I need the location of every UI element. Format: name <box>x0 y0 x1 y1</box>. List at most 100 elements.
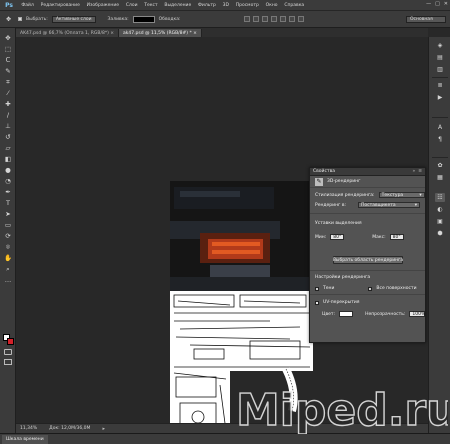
align-top-icon[interactable] <box>244 16 251 22</box>
status-menu-icon[interactable]: ▸ <box>102 426 105 432</box>
color-icon[interactable]: ✿ <box>435 161 445 170</box>
align-bottom-icon[interactable] <box>262 16 269 22</box>
tab-ak47-first[interactable]: AK47.psd @ 66,7% (Оплата 1, RGB/8*) × <box>16 29 120 37</box>
properties-icon[interactable]: ☷ <box>435 193 445 202</box>
divider <box>310 213 425 214</box>
auto-select-checkbox[interactable] <box>18 17 22 21</box>
divider <box>432 77 448 78</box>
close-button[interactable]: ✕ <box>444 1 448 7</box>
quick-mask-icon[interactable] <box>4 349 12 355</box>
watermark-logo: Miped.ru <box>235 384 448 434</box>
min-max-row: Мин: 80° Макс: 80° <box>315 234 404 240</box>
maximize-button[interactable]: □ <box>435 1 440 7</box>
blur-tool-icon[interactable]: ● <box>3 166 13 174</box>
render-dropdown[interactable]: Поставщикета ▾ <box>358 202 420 208</box>
align-middle-icon[interactable] <box>253 16 260 22</box>
zoom-level[interactable]: 11,34% <box>20 426 37 431</box>
workspace-dropdown[interactable]: Основная <box>406 16 446 23</box>
preset-dropdown[interactable]: Текстура ▾ <box>378 192 425 198</box>
menu-type[interactable]: Текст <box>141 3 161 8</box>
tab-ak47-active[interactable]: ak47.psd @ 11,5% (RGB/8#) * × <box>119 29 202 37</box>
history-icon[interactable]: ≣ <box>435 81 445 90</box>
path-selection-tool-icon[interactable]: ➤ <box>3 210 13 218</box>
pen-tool-icon[interactable]: ✒ <box>3 188 13 196</box>
lasso-tool-icon[interactable]: ᑕ <box>3 56 13 64</box>
auto-select-dropdown[interactable]: Активные слои <box>51 15 96 23</box>
menu-layers[interactable]: Слои <box>122 3 140 8</box>
properties-tabbar: Свойства » ≡ <box>310 168 425 176</box>
menu-window[interactable]: Окно <box>262 3 281 8</box>
select-render-area-button[interactable]: Выбрать область рендеринга <box>333 256 403 264</box>
uv-checkbox[interactable] <box>315 300 319 305</box>
adjustments-icon[interactable]: ◐ <box>435 205 445 214</box>
color-label: Цвет: <box>322 311 336 317</box>
menu-3d[interactable]: 3D <box>219 3 232 8</box>
dodge-tool-icon[interactable]: ◔ <box>3 177 13 185</box>
distribute-icon[interactable] <box>298 16 305 22</box>
layers-icon[interactable]: ▤ <box>435 53 445 62</box>
actions-icon[interactable]: ▶ <box>435 93 445 102</box>
quick-select-tool-icon[interactable]: ✎ <box>3 67 13 75</box>
crop-tool-icon[interactable]: ⌗ <box>3 78 13 86</box>
collapse-icon[interactable]: » <box>412 169 415 174</box>
styles-icon[interactable]: ▣ <box>435 217 445 226</box>
menu-help[interactable]: Справка <box>281 3 308 8</box>
3d-object-icon[interactable]: ⬢ <box>435 229 445 238</box>
menu-edit[interactable]: Редактирование <box>37 3 83 8</box>
background-color-swatch[interactable] <box>7 338 14 345</box>
uv-label: UV-перекрытия <box>323 300 360 305</box>
menu-view[interactable]: Просмотр <box>232 3 262 8</box>
align-right-icon[interactable] <box>289 16 296 22</box>
render-settings-section: Настройки рендеринга <box>315 275 370 280</box>
menu-image[interactable]: Изображение <box>83 3 122 8</box>
zoom-tool-icon[interactable]: ⌕ <box>3 265 13 273</box>
preset-row: Стилизация рендеринга: Текстура ▾ <box>315 192 425 198</box>
menu-filter[interactable]: Фильтр <box>195 3 220 8</box>
gradient-tool-icon[interactable]: ◧ <box>3 155 13 163</box>
menu-file[interactable]: Файл <box>18 3 37 8</box>
shape-tool-icon[interactable]: ▭ <box>3 221 13 229</box>
3d-panel-icon[interactable]: ◈ <box>435 41 445 50</box>
align-center-icon[interactable] <box>280 16 287 22</box>
min-label: Мин: <box>315 234 327 240</box>
menu-select[interactable]: Выделение <box>161 3 195 8</box>
character-icon[interactable]: A <box>435 123 445 132</box>
all-surfaces-checkbox[interactable] <box>368 286 373 291</box>
paragraph-icon[interactable]: ¶ <box>435 135 445 144</box>
more-tools-icon[interactable]: … <box>3 276 13 284</box>
align-left-icon[interactable] <box>271 16 278 22</box>
uv-color-swatch[interactable] <box>339 311 354 317</box>
opacity-input[interactable]: 100% <box>409 311 426 317</box>
minimize-button[interactable]: — <box>426 1 431 7</box>
fill-swatch[interactable] <box>132 15 155 23</box>
screen-mode-icon[interactable] <box>4 359 12 365</box>
hand-tool-icon[interactable]: ✋ <box>3 254 13 262</box>
brush-tool-icon[interactable]: / <box>3 111 13 119</box>
clone-stamp-tool-icon[interactable]: ⊥ <box>3 122 13 130</box>
marquee-tool-icon[interactable]: ⬚ <box>3 45 13 53</box>
3d-camera-tool-icon[interactable]: ⌾ <box>3 243 13 251</box>
channels-icon[interactable]: ▥ <box>435 65 445 74</box>
type-tool-icon[interactable]: T <box>3 199 13 207</box>
move-tool-icon[interactable]: ✥ <box>3 34 13 42</box>
min-input[interactable]: 80° <box>330 234 345 240</box>
chevron-down-icon: ▾ <box>419 192 422 198</box>
chevron-down-icon: ▾ <box>414 202 417 208</box>
panel-menu-icon[interactable]: ≡ <box>418 169 422 174</box>
shadows-checkbox[interactable] <box>315 286 319 291</box>
eyedropper-tool-icon[interactable]: ⁄ <box>3 89 13 97</box>
timeline-tab[interactable]: Шкала времени <box>2 435 48 444</box>
divider <box>432 117 448 118</box>
healing-brush-tool-icon[interactable]: ✚ <box>3 100 13 108</box>
properties-header: ✎ 3D-рендеринг <box>310 176 425 188</box>
tools-panel: ✥ ⬚ ᑕ ✎ ⌗ ⁄ ✚ / ⊥ ↺ ▱ ◧ ● ◔ ✒ T ➤ ▭ ⟳ ⌾ … <box>0 28 16 433</box>
overlay-checks-row: Тени Все поверхности <box>315 286 417 291</box>
swatches-icon[interactable]: ▦ <box>435 173 445 182</box>
eraser-tool-icon[interactable]: ▱ <box>3 144 13 152</box>
move-tool-icon[interactable]: ✥ <box>3 14 14 25</box>
properties-tab[interactable]: Свойства <box>313 169 335 174</box>
canvas-area[interactable]: Свойства » ≡ ✎ 3D-рендеринг Стилизация р… <box>16 37 428 439</box>
max-input[interactable]: 80° <box>389 234 404 240</box>
3d-rotate-tool-icon[interactable]: ⟳ <box>3 232 13 240</box>
history-brush-tool-icon[interactable]: ↺ <box>3 133 13 141</box>
